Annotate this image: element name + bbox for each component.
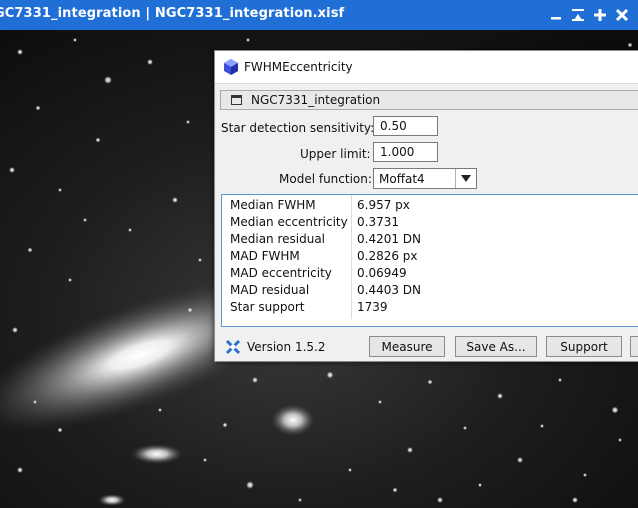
target-view-label: NGC7331_integration <box>251 93 381 107</box>
result-row: MAD residual 0.4403 DN <box>222 282 638 299</box>
results-table: Median FWHM 6.957 px Median eccentricity… <box>221 194 638 327</box>
result-value: 1739 <box>357 300 388 314</box>
window-controls <box>546 5 632 25</box>
galaxy-small-3 <box>98 494 126 506</box>
save-as-button[interactable]: Save As... <box>455 336 537 357</box>
result-row: Median FWHM 6.957 px <box>222 197 638 214</box>
result-value: 0.2826 px <box>357 249 418 263</box>
result-row: MAD FWHM 0.2826 px <box>222 248 638 265</box>
sensitivity-input[interactable]: 0.50 <box>373 116 438 136</box>
dialog-titlebar[interactable]: FWHMEccentricity <box>215 51 638 84</box>
result-value: 0.4201 DN <box>357 232 422 246</box>
support-button[interactable]: Support <box>546 336 622 357</box>
fwhm-eccentricity-dialog[interactable]: FWHMEccentricity NGC7331_integration Sta… <box>214 50 638 362</box>
sensitivity-label: Star detection sensitivity: <box>221 121 375 135</box>
result-value: 0.06949 <box>357 266 407 280</box>
model-function-value: Moffat4 <box>379 172 425 186</box>
result-value: 0.3731 <box>357 215 399 229</box>
minimize-icon[interactable] <box>546 5 566 25</box>
model-function-label: Model function: <box>279 172 372 186</box>
result-row: Star support 1739 <box>222 299 638 316</box>
image-window-title: GC7331_integration | NGC7331_integration… <box>0 6 345 21</box>
measure-button[interactable]: Measure <box>369 336 445 357</box>
upper-limit-input[interactable]: 1.000 <box>373 142 438 162</box>
pixinsight-icon <box>224 59 238 78</box>
result-key: Star support <box>230 300 305 314</box>
image-window-titlebar[interactable]: GC7331_integration | NGC7331_integration… <box>0 0 638 30</box>
maximize-icon[interactable] <box>590 5 610 25</box>
result-value: 6.957 px <box>357 198 410 212</box>
version-label: Version 1.5.2 <box>247 340 326 354</box>
result-key: MAD residual <box>230 283 310 297</box>
result-key: Median eccentricity <box>230 215 348 229</box>
result-key: Median residual <box>230 232 326 246</box>
dialog-title: FWHMEccentricity <box>244 60 353 74</box>
result-key: Median FWHM <box>230 198 316 212</box>
galaxy-small <box>271 404 315 436</box>
process-logo-icon <box>225 339 241 358</box>
result-value: 0.4403 DN <box>357 283 422 297</box>
target-view-selector[interactable]: NGC7331_integration <box>220 90 638 110</box>
galaxy-small-2 <box>131 444 183 464</box>
upper-limit-label: Upper limit: <box>300 147 371 161</box>
result-row: Median residual 0.4201 DN <box>222 231 638 248</box>
close-icon[interactable] <box>612 5 632 25</box>
result-key: MAD FWHM <box>230 249 300 263</box>
view-icon <box>231 95 242 105</box>
result-key: MAD eccentricity <box>230 266 332 280</box>
result-row: Median eccentricity 0.3731 <box>222 214 638 231</box>
chevron-down-icon[interactable] <box>455 169 476 188</box>
extra-button[interactable] <box>630 336 638 357</box>
result-row: MAD eccentricity 0.06949 <box>222 265 638 282</box>
shade-icon[interactable] <box>568 5 588 25</box>
model-function-select[interactable]: Moffat4 <box>373 168 477 189</box>
